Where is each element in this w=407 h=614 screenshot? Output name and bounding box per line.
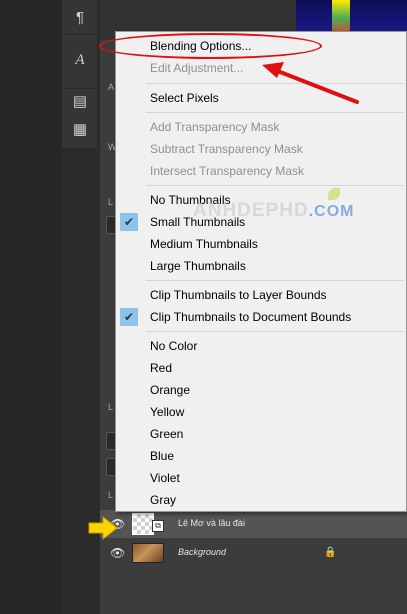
red-annotation-arrow-icon [262, 62, 359, 104]
